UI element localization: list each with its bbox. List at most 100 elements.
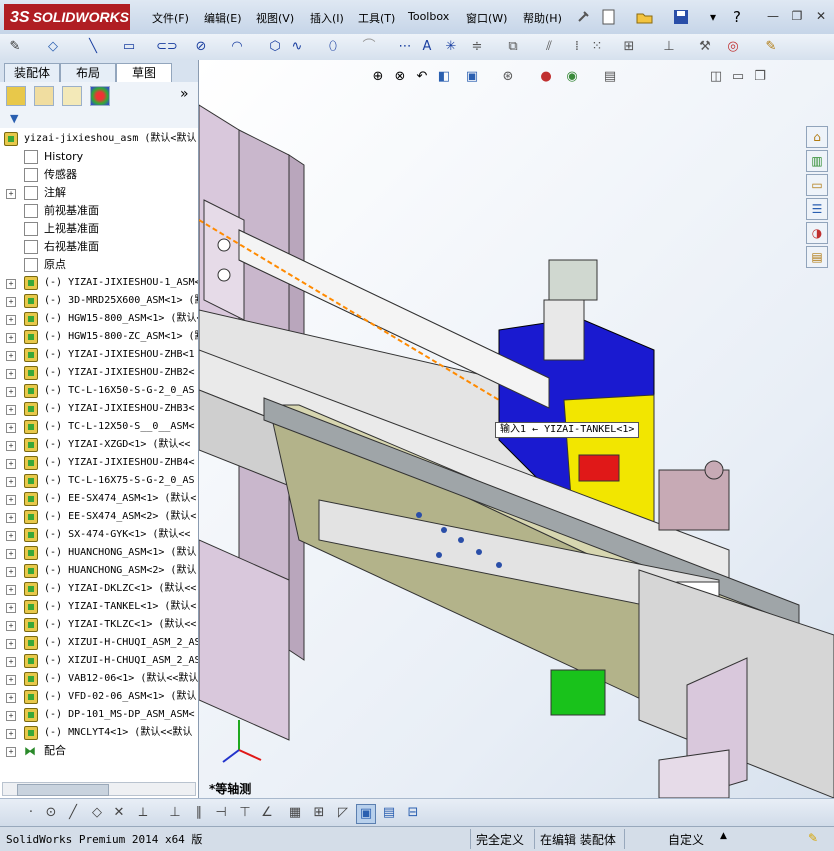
tree-item[interactable]: 上视基准面 (0, 220, 198, 238)
tree-component[interactable]: + (-) DP-101_MS-DP_ASM_ASM< (0, 706, 198, 724)
viewport-split-icon[interactable]: ◫ (707, 68, 725, 86)
linear-pattern-icon[interactable]: ⁙ (588, 38, 606, 56)
expand-icon[interactable]: + (6, 567, 16, 577)
expand-icon[interactable]: + (6, 333, 16, 343)
expand-icon[interactable]: + (6, 315, 16, 325)
appearances-icon[interactable]: ◑ (806, 222, 828, 244)
viewport-restore-icon[interactable]: ❐ (751, 68, 769, 86)
centerline-icon[interactable]: ⋯ (396, 38, 414, 56)
units-arrow-icon[interactable]: ▲ (720, 831, 727, 841)
zoom-to-area-icon[interactable]: ⊗ (391, 68, 409, 86)
solidworks-logo[interactable]: 3S SOLIDWORKS (4, 4, 130, 30)
expand-icon[interactable]: + (6, 441, 16, 451)
ellipse-icon[interactable]: ⬯ (324, 38, 342, 56)
restore-icon[interactable]: ❐ (788, 8, 806, 24)
parallel-snap-icon[interactable]: ∥ (190, 804, 208, 822)
relations-icon[interactable]: ⊥ (660, 38, 678, 56)
split-view-icon[interactable]: ⊟ (404, 804, 422, 822)
expand-icon[interactable]: + (6, 513, 16, 523)
rapid-sketch-icon[interactable]: ✎ (762, 38, 780, 56)
line-icon[interactable]: ╲ (84, 38, 102, 56)
tree-item[interactable]: 传感器 (0, 166, 198, 184)
expand-icon[interactable]: + (6, 675, 16, 685)
graphics-area[interactable]: ⊕ ⊗ ↶ ◧ ▣ ⊛ ● ◉ ▤ ◫ ▭ ❐ ⌂ ▥ ▭ ☰ ◑ ▤ 输入1 … (199, 60, 834, 798)
menu-insert[interactable]: 插入(I) (310, 10, 344, 26)
help-question-icon[interactable]: ? (728, 8, 746, 26)
view-orientation-icon[interactable]: ▣ (463, 68, 481, 86)
line-snap-icon[interactable]: ╱ (64, 804, 82, 822)
expand-icon[interactable]: + (6, 189, 16, 199)
menu-view[interactable]: 视图(V) (256, 10, 294, 26)
expand-icon[interactable]: + (6, 369, 16, 379)
tree-item[interactable]: History (0, 148, 198, 166)
expand-icon[interactable]: + (6, 603, 16, 613)
text-icon[interactable]: A (418, 38, 436, 56)
tree-component[interactable]: + (-) SX-474-GYK<1> (默认<< (0, 526, 198, 544)
display-style-icon[interactable]: ⊛ (499, 68, 517, 86)
tab-assembly[interactable]: 装配体 (4, 63, 60, 82)
tangent-snap-icon[interactable]: ⟂ (134, 804, 152, 822)
save-icon[interactable] (672, 8, 690, 26)
point-snap-icon[interactable]: · (22, 804, 40, 822)
slot-icon[interactable]: ⊂⊃ (156, 38, 178, 56)
print-icon[interactable]: ▾ (704, 8, 722, 26)
arc-icon[interactable]: ◠ (228, 38, 246, 56)
section-view-icon[interactable]: ◧ (435, 68, 453, 86)
tree-item[interactable]: 右视基准面 (0, 238, 198, 256)
units-label[interactable]: 自定义 (668, 831, 704, 848)
previous-view-icon[interactable]: ↶ (413, 68, 431, 86)
property-manager-icon[interactable] (34, 86, 54, 106)
tree-component[interactable]: + (-) EE-SX474_ASM<2> (默认< (0, 508, 198, 526)
expand-icon[interactable]: + (6, 387, 16, 397)
expand-icon[interactable]: + (6, 729, 16, 739)
tree-item[interactable]: 原点 (0, 256, 198, 274)
expand-icon[interactable]: + (6, 297, 16, 307)
center-snap-icon[interactable]: ⊙ (42, 804, 60, 822)
file-explorer-icon[interactable]: ▭ (806, 174, 828, 196)
expand-icon[interactable]: + (6, 351, 16, 361)
expand-icon[interactable]: + (6, 639, 16, 649)
spline-icon[interactable]: ∿ (288, 38, 306, 56)
quadrant-snap-icon[interactable]: ◇ (88, 804, 106, 822)
pin-icon[interactable] (574, 8, 592, 26)
tree-component[interactable]: + (-) YIZAI-DKLZC<1> (默认<< (0, 580, 198, 598)
tree-component[interactable]: + (-) HGW15-800-ZC_ASM<1> (默 (0, 328, 198, 346)
menu-toolbox[interactable]: Toolbox (408, 10, 449, 23)
convert-entities-icon[interactable]: ⧉ (504, 38, 522, 56)
mirror-icon[interactable]: ⁞ (568, 38, 586, 56)
tree-component[interactable]: + (-) XIZUI-H-CHUQI_ASM_2_AS (0, 634, 198, 652)
view-palette-icon[interactable]: ☰ (806, 198, 828, 220)
fillet-icon[interactable]: ⌒ (360, 38, 378, 56)
expand-icon[interactable]: + (6, 693, 16, 703)
polygon-icon[interactable]: ⬡ (266, 38, 284, 56)
tree-component[interactable]: + (-) YIZAI-XZGD<1> (默认<< (0, 436, 198, 454)
tree-horizontal-scrollbar[interactable] (2, 782, 196, 796)
display-manager-icon[interactable] (90, 86, 110, 106)
quick-snaps-icon[interactable]: ◎ (724, 38, 742, 56)
tree-component[interactable]: + (-) TC-L-12X50-S__0__ASM< (0, 418, 198, 436)
menu-edit[interactable]: 编辑(E) (204, 10, 242, 26)
feature-manager-icon[interactable] (6, 86, 26, 106)
menu-file[interactable]: 文件(F) (152, 10, 189, 26)
custom-properties-icon[interactable]: ▤ (806, 246, 828, 268)
view-normal-icon[interactable]: ▤ (380, 804, 398, 822)
solidworks-resources-icon[interactable]: ⌂ (806, 126, 828, 148)
tab-sketch[interactable]: 草图 (116, 63, 172, 83)
new-document-icon[interactable] (600, 8, 618, 26)
expand-icon[interactable]: + (6, 495, 16, 505)
smart-dimension-icon[interactable]: ◇ (44, 38, 62, 56)
expand-panel-icon[interactable]: » (180, 86, 189, 102)
edit-appearance-icon[interactable]: ● (537, 68, 555, 86)
tree-component[interactable]: + (-) MNCLYT4<1> (默认<<默认 (0, 724, 198, 742)
tree-component[interactable]: + (-) YIZAI-JIXIESHOU-1_ASM< (0, 274, 198, 292)
expand-icon[interactable]: + (6, 279, 16, 289)
3d-view-icon[interactable]: ▣ (356, 804, 376, 824)
vertical-snap-icon[interactable]: ⊤ (236, 804, 254, 822)
tree-mates[interactable]: + ⧓ 配合 (0, 742, 198, 760)
offset-icon[interactable]: ⫽ (540, 38, 558, 56)
expand-icon[interactable]: + (6, 423, 16, 433)
grid-snap-icon[interactable]: ⊞ (310, 804, 328, 822)
tree-component[interactable]: + (-) VAB12-06<1> (默认<<默认 (0, 670, 198, 688)
angle-tool-icon[interactable]: ◸ (334, 804, 352, 822)
minimize-icon[interactable]: — (764, 8, 782, 24)
